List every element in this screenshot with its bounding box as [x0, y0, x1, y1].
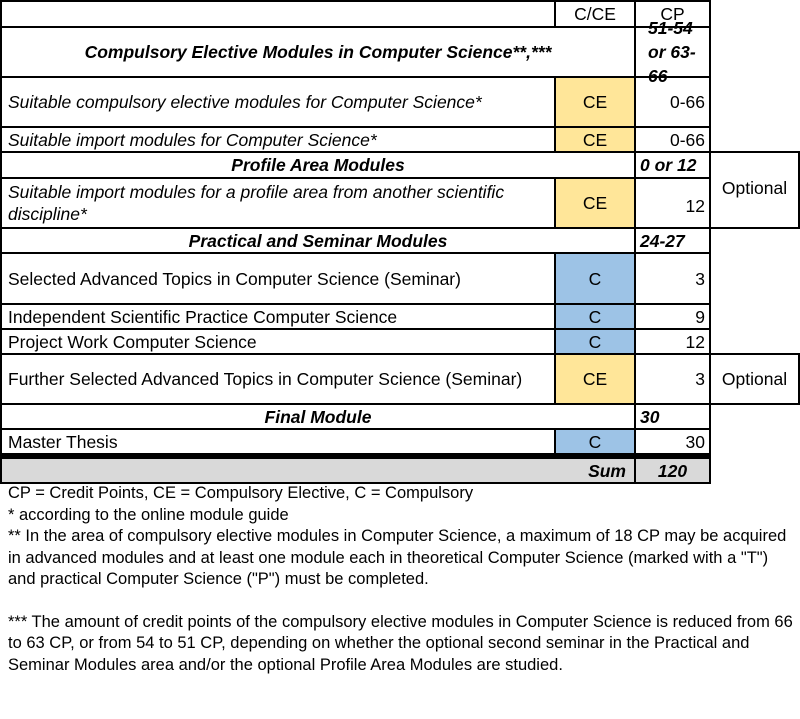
footnote-triple-asterisk: *** The amount of credit points of the c… — [8, 612, 793, 674]
module-type-badge: C — [554, 428, 636, 455]
section-title: Compulsory Elective Modules in Computer … — [0, 26, 636, 78]
section-title: Practical and Seminar Modules — [0, 227, 636, 254]
module-label: Suitable compulsory elective modules for… — [0, 76, 556, 128]
module-label: Master Thesis — [0, 428, 556, 455]
module-type-badge: C — [554, 303, 636, 330]
abbreviation-legend: CP = Credit Points, CE = Compulsory Elec… — [8, 484, 474, 502]
section-cp: 51-54 or 63-66 — [634, 18, 711, 86]
module-label: Suitable import modules for a profile ar… — [0, 177, 556, 229]
section-title: Profile Area Modules — [0, 151, 636, 179]
module-cp: 12 — [634, 177, 711, 229]
optional-note: Optional — [709, 151, 800, 229]
footnote-spacer — [8, 591, 798, 612]
section-title: Final Module — [0, 403, 636, 430]
section-cp: 30 — [634, 403, 711, 430]
module-cp: 0-66 — [634, 126, 711, 153]
module-type-badge: CE — [554, 126, 636, 153]
footnotes: CP = Credit Points, CE = Compulsory Elec… — [8, 483, 798, 676]
module-cp: 3 — [634, 353, 711, 405]
footnote-single-asterisk: * according to the online module guide — [8, 505, 289, 524]
module-label: Further Selected Advanced Topics in Comp… — [0, 353, 556, 405]
section-cp: 0 or 12 — [634, 151, 711, 179]
sum-label: Sum — [0, 457, 636, 484]
module-cp: 0-66 — [634, 76, 711, 128]
module-type-badge: CE — [554, 353, 636, 405]
module-label: Selected Advanced Topics in Computer Sci… — [0, 252, 556, 305]
module-cp: 12 — [634, 328, 711, 355]
module-label: Project Work Computer Science — [0, 328, 556, 355]
sum-cp: 120 — [634, 457, 711, 484]
optional-note: Optional — [709, 353, 800, 405]
module-type-badge: C — [554, 252, 636, 305]
module-type-badge: CE — [554, 76, 636, 128]
module-type-badge: C — [554, 328, 636, 355]
module-type-badge: CE — [554, 177, 636, 229]
module-cp: 30 — [634, 428, 711, 455]
module-label: Independent Scientific Practice Computer… — [0, 303, 556, 330]
module-label: Suitable import modules for Computer Sci… — [0, 126, 556, 153]
section-cp: 24-27 — [634, 227, 711, 254]
module-cp: 9 — [634, 303, 711, 330]
footnote-double-asterisk: ** In the area of compulsory elective mo… — [8, 527, 787, 588]
module-cp: 3 — [634, 252, 711, 305]
header-blank-cell — [0, 0, 556, 28]
header-type: C/CE — [554, 0, 636, 28]
